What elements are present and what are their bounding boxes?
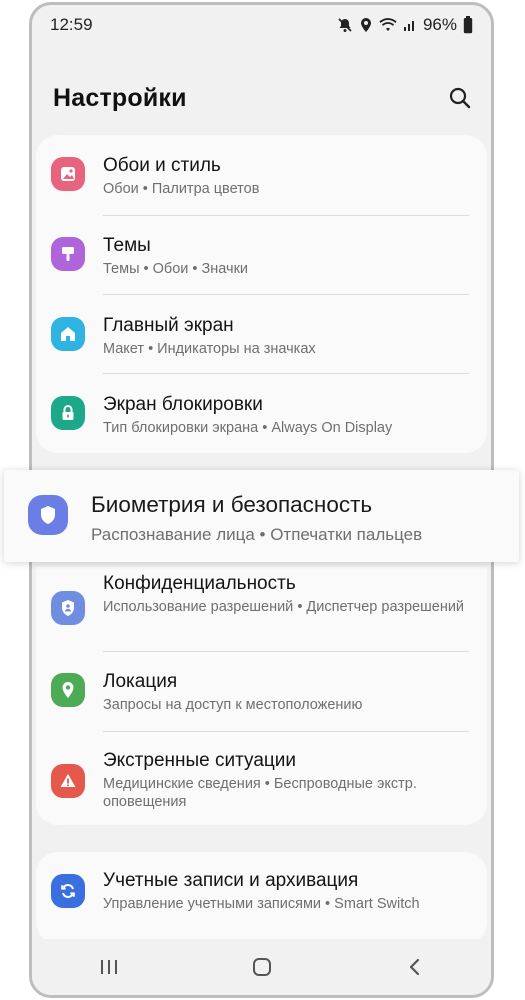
divider — [103, 373, 469, 374]
recents-icon[interactable] — [89, 947, 129, 987]
divider — [103, 215, 469, 216]
settings-item-text: Конфиденциальность Использование разреше… — [103, 573, 469, 616]
wallpaper-icon — [51, 157, 85, 191]
shield-icon — [28, 495, 68, 535]
settings-item-subtitle: Темы • Обои • Значки — [103, 261, 249, 277]
theme-brush-icon — [51, 237, 85, 271]
settings-item-subtitle: Тип блокировки экрана • Always On Displa… — [103, 420, 393, 436]
settings-item-subtitle: Использование разрешений • Диспетчер раз… — [103, 599, 465, 615]
status-time: 12:59 — [50, 15, 93, 34]
settings-item-title: Обои и стиль — [103, 155, 221, 176]
settings-group-1: Обои и стиль Обои • Палитра цветов Темы … — [36, 135, 487, 453]
privacy-shield-icon — [51, 591, 85, 625]
home-icon — [51, 317, 85, 351]
settings-item-subtitle: Обои • Палитра цветов — [103, 181, 260, 197]
status-icons: 96% — [337, 15, 473, 35]
sync-icon — [51, 874, 85, 908]
settings-item-title: Учетные записи и архивация — [103, 870, 359, 891]
settings-item-subtitle: Медицинские сведения • Беспроводные экст… — [103, 776, 417, 810]
settings-item-title: Главный экран — [103, 315, 234, 336]
settings-item-location[interactable]: Локация Запросы на доступ к местоположен… — [36, 671, 487, 731]
mute-icon — [337, 17, 353, 33]
settings-group-3: Учетные записи и архивация Управление уч… — [36, 852, 487, 944]
settings-item-text: Экран блокировки Тип блокировки экрана •… — [103, 394, 469, 437]
back-icon[interactable] — [395, 947, 435, 987]
settings-item-privacy[interactable]: Конфиденциальность Использование разреше… — [36, 573, 487, 643]
settings-item-title: Биометрия и безопасность — [91, 492, 373, 517]
status-bar: 12:59 96% — [50, 13, 473, 37]
home-button-icon[interactable] — [242, 947, 282, 987]
battery-text: 96% — [422, 15, 457, 34]
location-icon — [359, 17, 373, 33]
settings-item-text: Локация Запросы на доступ к местоположен… — [103, 671, 469, 714]
settings-item-emergency[interactable]: Экстренные ситуации Медицинские сведения… — [36, 750, 487, 820]
settings-group-2: Конфиденциальность Использование разреше… — [36, 567, 487, 825]
settings-item-wallpaper[interactable]: Обои и стиль Обои • Палитра цветов — [36, 155, 487, 215]
settings-item-text: Учетные записи и архивация Управление уч… — [103, 870, 469, 913]
settings-item-biometrics-security[interactable]: Биометрия и безопасность Распознавание л… — [4, 470, 519, 562]
settings-item-subtitle: Управление учетными записями • Smart Swi… — [103, 896, 420, 912]
search-icon[interactable] — [445, 83, 475, 113]
settings-item-subtitle: Макет • Индикаторы на значках — [103, 341, 316, 357]
settings-item-lock-screen[interactable]: Экран блокировки Тип блокировки экрана •… — [36, 394, 487, 454]
divider — [103, 294, 469, 295]
divider — [103, 731, 469, 732]
settings-item-accounts-backup[interactable]: Учетные записи и архивация Управление уч… — [36, 870, 487, 930]
settings-item-title: Локация — [103, 671, 178, 692]
battery-icon — [463, 16, 473, 34]
settings-item-title: Конфиденциальность — [103, 573, 296, 594]
settings-item-subtitle: Распознавание лица • Отпечатки пальцев — [91, 525, 423, 544]
settings-item-title: Экран блокировки — [103, 394, 263, 415]
settings-item-themes[interactable]: Темы Темы • Обои • Значки — [36, 235, 487, 295]
signal-icon — [403, 18, 417, 32]
location-pin-icon — [51, 673, 85, 707]
settings-item-subtitle: Запросы на доступ к местоположению — [103, 697, 363, 713]
settings-item-home-screen[interactable]: Главный экран Макет • Индикаторы на знач… — [36, 315, 487, 375]
header: Настройки — [53, 79, 475, 117]
lock-icon — [51, 396, 85, 430]
wifi-icon — [379, 18, 397, 32]
settings-item-text: Экстренные ситуации Медицинские сведения… — [103, 750, 469, 811]
settings-item-text: Главный экран Макет • Индикаторы на знач… — [103, 315, 469, 358]
navigation-bar — [32, 939, 491, 995]
settings-item-text: Темы Темы • Обои • Значки — [103, 235, 469, 278]
settings-item-title: Экстренные ситуации — [103, 750, 296, 771]
divider — [103, 651, 469, 652]
emergency-icon — [51, 764, 85, 798]
page-title: Настройки — [53, 83, 187, 112]
settings-item-title: Темы — [103, 235, 151, 256]
settings-item-text: Обои и стиль Обои • Палитра цветов — [103, 155, 469, 198]
